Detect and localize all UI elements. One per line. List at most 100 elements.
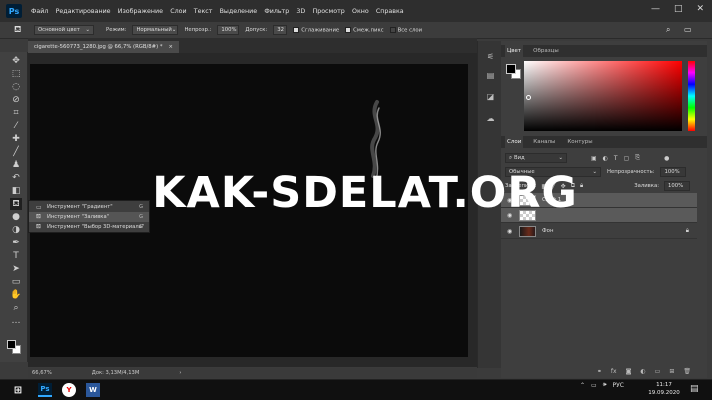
add-mask-icon[interactable]: ◙ [626, 368, 632, 375]
tray-chevron-up-icon[interactable]: ⌃ [580, 382, 585, 389]
paint-bucket-icon[interactable]: ⛾ [14, 25, 28, 36]
mode-label: Режим: [106, 27, 127, 33]
libraries-panel-icon[interactable]: ☁ [485, 113, 496, 124]
dodge-tool-icon[interactable]: ◑ [10, 224, 22, 236]
checkbox-checked-icon [345, 26, 352, 33]
layer-row[interactable]: ◉ Фон 🔒︎ [501, 224, 697, 239]
menu-bar: Ps Файл Редактирование Изображение Слои … [0, 0, 712, 22]
filter-shape-icon[interactable]: ▢ [624, 155, 630, 162]
menu-text[interactable]: Текст [194, 8, 213, 15]
tab-paths[interactable]: Контуры [565, 136, 594, 148]
contiguous-checkbox[interactable]: Смеж.пикс [345, 26, 384, 33]
menu-help[interactable]: Справка [376, 8, 404, 15]
mode-select[interactable]: Нормальный ⌄ [132, 25, 179, 35]
color-panel-foreground-swatch[interactable] [506, 64, 516, 74]
move-tool-icon[interactable]: ✥ [10, 55, 22, 67]
close-button[interactable]: ✕ [696, 4, 704, 14]
adjustments-panel-icon[interactable]: ◪ [485, 91, 496, 102]
properties-panel-icon[interactable]: ▤ [485, 70, 496, 81]
eyedropper-tool-icon[interactable]: ⁄ [10, 120, 22, 132]
filter-pixel-icon[interactable]: ▣ [591, 155, 597, 162]
path-select-tool-icon[interactable]: ➤ [10, 263, 22, 275]
taskbar-word[interactable]: W [86, 383, 100, 397]
menu-edit[interactable]: Редактирование [56, 8, 111, 15]
fill-source-select[interactable]: Основной цвет ⌄ [34, 25, 94, 35]
stamp-tool-icon[interactable]: ♟ [10, 159, 22, 171]
quick-select-tool-icon[interactable]: ⊘ [10, 94, 22, 106]
menu-image[interactable]: Изображение [118, 8, 163, 15]
tab-color[interactable]: Цвет [505, 45, 524, 57]
brush-tool-icon[interactable]: ╱ [10, 146, 22, 158]
hand-tool-icon[interactable]: ✋ [10, 289, 22, 301]
minimize-button[interactable]: — [651, 4, 660, 14]
fill-field[interactable]: 100% [664, 181, 691, 191]
checkbox-unchecked-icon [389, 26, 396, 33]
language-indicator[interactable]: РУС [612, 382, 623, 389]
marquee-tool-icon[interactable]: ⬚ [10, 68, 22, 80]
windows-start-icon[interactable]: ⊞ [11, 383, 25, 397]
paint-bucket-tool-item[interactable]: ⛾ Инструмент "Заливка" G [29, 212, 149, 222]
zoom-tool-icon[interactable]: ⌕ [10, 302, 22, 314]
history-brush-tool-icon[interactable]: ↶ [10, 172, 22, 184]
crop-tool-icon[interactable]: ⌗ [10, 107, 22, 119]
menu-window[interactable]: Окно [352, 8, 369, 15]
notifications-icon[interactable]: ▤ [690, 384, 699, 394]
document-tab[interactable]: cigarette-560773_1280.jpg @ 66,7% (RGB/8… [28, 41, 179, 53]
new-layer-icon[interactable]: ⊞ [669, 368, 674, 375]
more-tools-icon[interactable]: … [10, 315, 22, 327]
filter-adjustment-icon[interactable]: ◐ [603, 155, 608, 162]
color-field[interactable] [524, 61, 682, 131]
menu-3d[interactable]: 3D [296, 8, 305, 15]
adjustment-layer-icon[interactable]: ◐ [640, 368, 645, 375]
tab-swatches[interactable]: Образцы [531, 45, 561, 57]
layer-opacity-field[interactable]: 100% [660, 167, 687, 177]
tolerance-field[interactable]: 32 [273, 25, 288, 35]
healing-brush-tool-icon[interactable]: ✚ [10, 133, 22, 145]
new-group-icon[interactable]: ▭ [655, 368, 661, 375]
status-arrow-icon[interactable]: › [179, 370, 181, 376]
filter-type-icon[interactable]: T [614, 155, 618, 162]
layer-filter-select[interactable]: ⌕ Вид ⌄ [505, 153, 567, 163]
workspace-icon[interactable]: ▭ [684, 25, 692, 34]
layer-name[interactable]: Фон [542, 228, 553, 234]
filter-smart-icon[interactable]: ⎘ [635, 154, 640, 162]
menu-filter[interactable]: Фильтр [264, 8, 289, 15]
delete-layer-icon[interactable]: 🗑︎ [683, 368, 691, 375]
color-picker-cursor[interactable] [526, 95, 531, 100]
history-panel-icon[interactable]: ⚟ [485, 51, 496, 62]
zoom-level[interactable]: 66,67% [32, 370, 52, 376]
tab-layers[interactable]: Слои [505, 136, 524, 148]
visibility-eye-icon[interactable]: ◉ [507, 228, 512, 235]
layer-style-icon[interactable]: fx [611, 368, 617, 375]
blur-tool-icon[interactable]: ● [10, 211, 22, 223]
taskbar-photoshop[interactable]: Ps [38, 383, 52, 397]
search-icon[interactable]: ⌕ [666, 25, 670, 35]
tab-channels[interactable]: Каналы [531, 136, 557, 148]
volume-icon[interactable]: 🕪︎ [603, 381, 607, 389]
gradient-tool-item[interactable]: ▭ Инструмент "Градиент" G [29, 202, 149, 212]
hue-slider[interactable] [688, 61, 695, 131]
link-layers-icon[interactable]: ⚭ [597, 368, 602, 375]
lasso-tool-icon[interactable]: ◌ [10, 81, 22, 93]
antialias-checkbox[interactable]: Сглаживание [293, 26, 339, 33]
menu-layers[interactable]: Слои [170, 8, 186, 15]
close-tab-icon[interactable]: × [169, 44, 173, 50]
taskbar-yandex-browser[interactable]: Y [62, 383, 76, 397]
opacity-field[interactable]: 100% [217, 25, 240, 35]
eraser-tool-icon[interactable]: ◧ [10, 185, 22, 197]
3d-material-tool-item[interactable]: ⛾ Инструмент "Выбор 3D-материала" G [29, 222, 149, 232]
foreground-color-swatch[interactable] [7, 340, 16, 349]
type-tool-icon[interactable]: T [10, 250, 22, 262]
menu-select[interactable]: Выделение [220, 8, 258, 15]
menu-view[interactable]: Просмотр [312, 8, 344, 15]
lock-all-icon[interactable]: 🔒︎ [580, 182, 583, 190]
network-icon[interactable]: ▭ [591, 382, 597, 389]
taskbar-clock[interactable]: 11:17 19.09.2020 [648, 381, 680, 397]
pen-tool-icon[interactable]: ✒ [10, 237, 22, 249]
maximize-button[interactable]: □ [674, 4, 683, 14]
paint-bucket-tool-icon[interactable]: ⛾ [10, 198, 22, 210]
rectangle-tool-icon[interactable]: ▭ [10, 276, 22, 288]
all-layers-checkbox[interactable]: Все слои [389, 26, 422, 33]
menu-file[interactable]: Файл [31, 8, 48, 15]
filter-toggle-icon[interactable]: ● [664, 155, 669, 162]
